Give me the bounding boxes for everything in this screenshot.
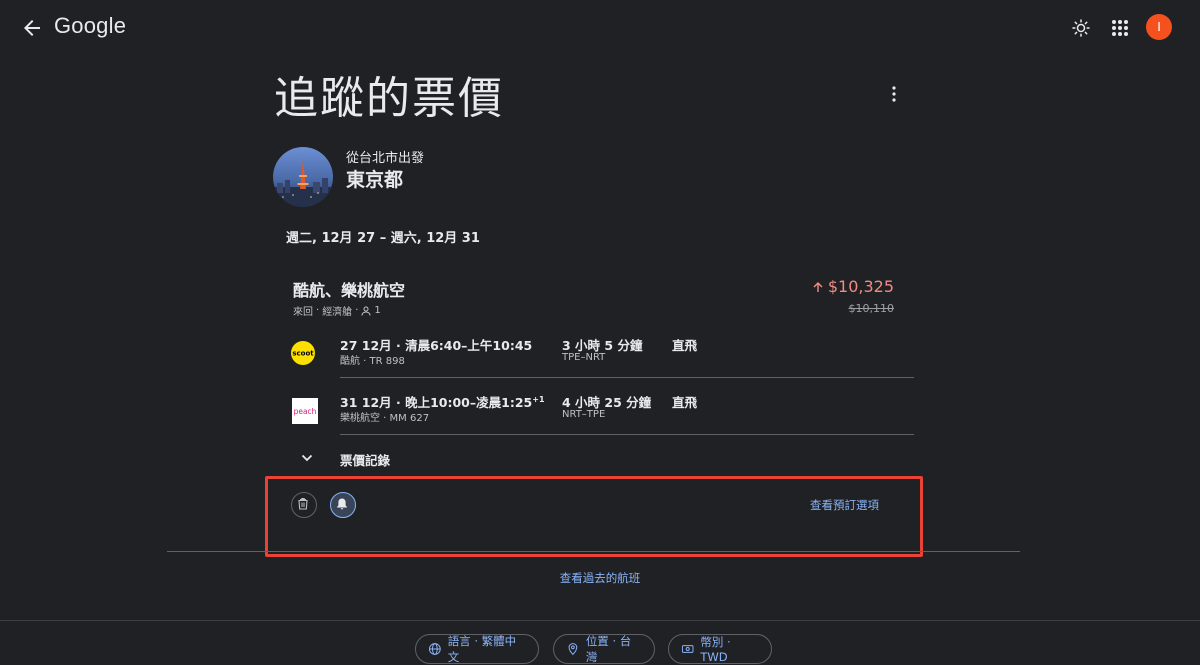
google-logo[interactable]: Google bbox=[54, 13, 126, 39]
leg-divider bbox=[340, 377, 914, 378]
more-vert-icon[interactable] bbox=[884, 84, 904, 104]
back-arrow-icon[interactable] bbox=[20, 16, 44, 40]
past-flights-link[interactable]: 查看過去的航班 bbox=[0, 570, 1200, 586]
footer-divider bbox=[0, 620, 1200, 621]
meta-separator: · bbox=[316, 305, 320, 316]
svg-text:peach: peach bbox=[294, 407, 317, 416]
meta-separator: · bbox=[355, 305, 359, 316]
leg-route: TPE–NRT bbox=[562, 352, 606, 363]
currency-icon bbox=[681, 645, 694, 653]
globe-icon bbox=[428, 643, 441, 655]
trip-type: 來回 bbox=[293, 307, 313, 318]
account-avatar[interactable]: I bbox=[1146, 14, 1172, 40]
apps-grid-icon[interactable] bbox=[1108, 16, 1132, 40]
highlight-annotation bbox=[265, 476, 923, 557]
person-icon bbox=[361, 306, 371, 316]
passenger-count: 1 bbox=[374, 305, 381, 316]
arrow-up-icon bbox=[813, 281, 823, 292]
location-label: 位置 · 台灣 bbox=[585, 634, 632, 664]
price-history-toggle[interactable]: 票價記錄 bbox=[290, 445, 590, 471]
currency-label: 幣別 · TWD bbox=[700, 635, 731, 664]
language-chip[interactable]: 語言 · 繁體中文 bbox=[415, 634, 539, 664]
location-pin-icon bbox=[568, 643, 578, 656]
current-price: $10,325 bbox=[811, 277, 894, 296]
airlines-title: 酷航、樂桃航空 bbox=[293, 281, 406, 300]
svg-text:scoot: scoot bbox=[292, 350, 314, 358]
leg-stops: 直飛 bbox=[672, 395, 698, 410]
peach-logo-icon: peach bbox=[290, 398, 320, 428]
date-range: 週二, 12月 27 – 週六, 12月 31 bbox=[286, 231, 480, 246]
leg-airline: 酷航 · TR 898 bbox=[340, 356, 405, 367]
location-chip[interactable]: 位置 · 台灣 bbox=[553, 634, 655, 664]
page-title: 追蹤的票價 bbox=[274, 73, 504, 124]
leg-divider bbox=[340, 434, 914, 435]
trip-meta: 來回 · 經濟艙 · 1 bbox=[293, 303, 381, 318]
destination-image bbox=[273, 147, 333, 207]
leg-airline: 樂桃航空 · MM 627 bbox=[340, 413, 430, 424]
brightness-icon[interactable] bbox=[1069, 16, 1093, 40]
chevron-down-icon bbox=[299, 450, 315, 466]
currency-chip[interactable]: 幣別 · TWD bbox=[668, 634, 772, 664]
language-label: 語言 · 繁體中文 bbox=[447, 634, 517, 664]
price-history-label: 票價記錄 bbox=[340, 453, 391, 468]
top-bar: Google I bbox=[0, 0, 1200, 56]
leg-stops: 直飛 bbox=[672, 338, 698, 353]
previous-price: $10,110 bbox=[848, 302, 895, 315]
origin-label: 從台北市出發 bbox=[346, 151, 425, 166]
leg-route: NRT–TPE bbox=[562, 409, 606, 420]
current-price-value: $10,325 bbox=[827, 277, 894, 296]
destination-name: 東京都 bbox=[346, 169, 404, 191]
section-divider bbox=[167, 551, 1020, 552]
cabin-class: 經濟艙 bbox=[322, 307, 353, 318]
scoot-logo-icon: scoot bbox=[290, 341, 320, 371]
